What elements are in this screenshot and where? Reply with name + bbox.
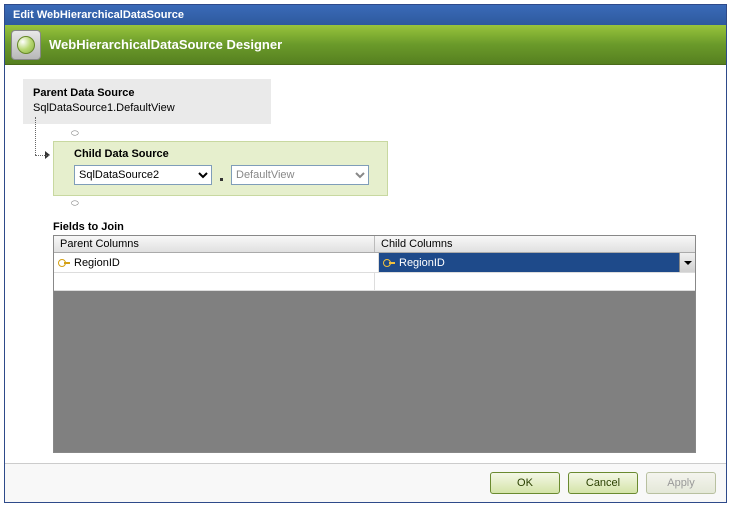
child-source-select[interactable]: SqlDataSource2	[74, 165, 212, 185]
parent-value: SqlDataSource1.DefaultView	[33, 102, 261, 114]
table-row-empty[interactable]	[54, 273, 695, 291]
key-icon	[383, 257, 395, 269]
cancel-button[interactable]: Cancel	[568, 472, 638, 494]
fields-header: Fields to Join	[53, 221, 696, 233]
key-icon	[58, 257, 70, 269]
dialog-footer: OK Cancel Apply	[5, 463, 726, 502]
tree-connector	[23, 141, 53, 191]
child-header: Child Data Source	[74, 148, 377, 160]
grid-empty-area	[54, 291, 695, 452]
parent-column-value: RegionID	[74, 257, 120, 269]
parent-column-cell[interactable]: RegionID	[54, 253, 379, 273]
col-header-parent[interactable]: Parent Columns	[54, 236, 375, 252]
link-icon: ⬭	[71, 198, 696, 209]
grid-body: RegionID RegionID	[54, 253, 695, 291]
child-view-select[interactable]: DefaultView	[231, 165, 369, 185]
separator-dot-icon	[220, 178, 223, 181]
tree-area: ⬭ Child Data Source SqlDataSource2 Defau…	[23, 126, 696, 211]
link-icon: ⬭	[71, 128, 696, 139]
empty-cell[interactable]	[375, 273, 695, 290]
dialog-window: Edit WebHierarchicalDataSource WebHierar…	[4, 4, 727, 503]
dropdown-button[interactable]	[679, 253, 695, 272]
join-fields-grid: Parent Columns Child Columns RegionID Re…	[53, 235, 696, 453]
child-column-value: RegionID	[399, 257, 445, 269]
datasource-icon	[17, 36, 35, 54]
window-title: Edit WebHierarchicalDataSource	[13, 9, 184, 21]
child-datasource-box[interactable]: Child Data Source SqlDataSource2 Default…	[53, 141, 388, 196]
parent-header: Parent Data Source	[33, 87, 261, 99]
designer-icon	[11, 30, 41, 60]
designer-header: WebHierarchicalDataSource Designer	[5, 25, 726, 65]
parent-datasource-box[interactable]: Parent Data Source SqlDataSource1.Defaul…	[23, 79, 271, 124]
child-column-cell[interactable]: RegionID	[379, 253, 695, 273]
col-header-child[interactable]: Child Columns	[375, 236, 695, 252]
ok-button[interactable]: OK	[490, 472, 560, 494]
grid-header: Parent Columns Child Columns	[54, 236, 695, 253]
content-area: Parent Data Source SqlDataSource1.Defaul…	[5, 65, 726, 463]
table-row[interactable]: RegionID RegionID	[54, 253, 695, 273]
apply-button: Apply	[646, 472, 716, 494]
tree-arrow-icon	[45, 151, 50, 159]
designer-title: WebHierarchicalDataSource Designer	[49, 37, 282, 52]
title-bar[interactable]: Edit WebHierarchicalDataSource	[5, 5, 726, 25]
empty-cell[interactable]	[54, 273, 375, 290]
